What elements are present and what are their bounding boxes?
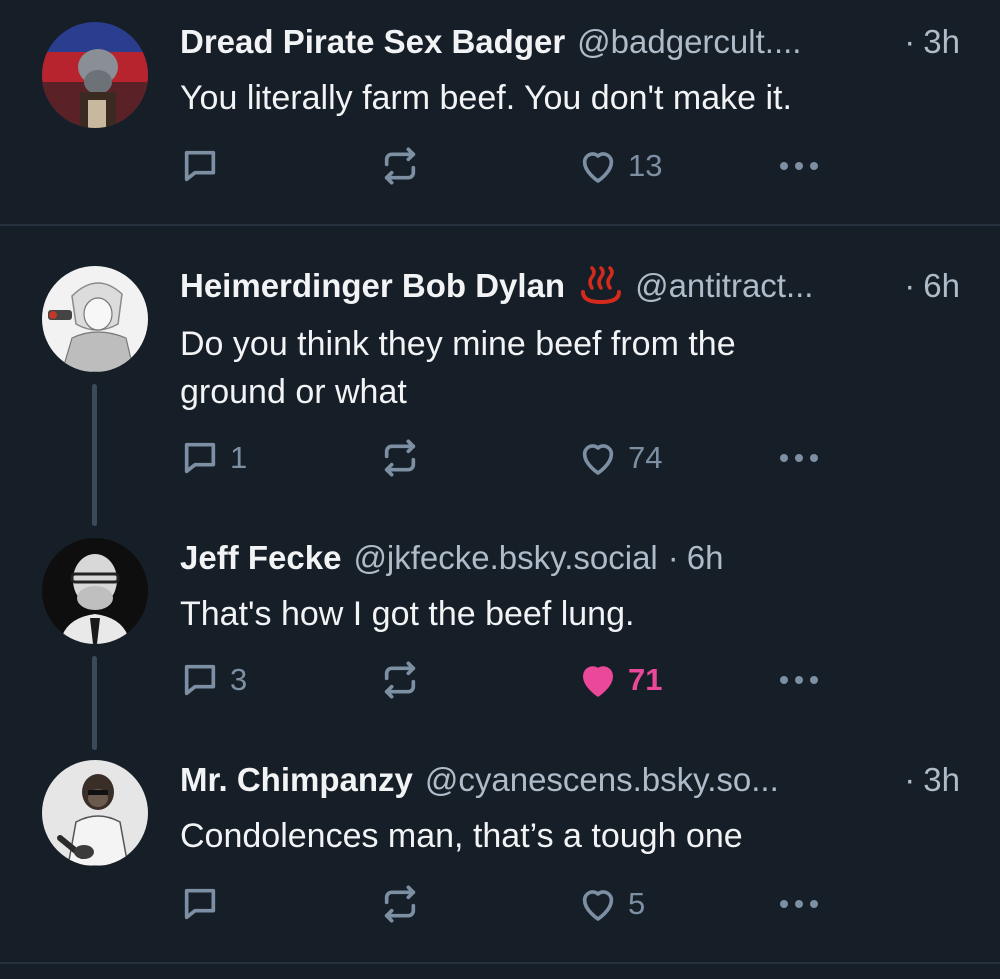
more-options-button[interactable] (776, 146, 822, 186)
author-handle[interactable]: @cyanescens.bsky.so... (425, 761, 779, 799)
repost-icon (384, 147, 416, 185)
separator-dot: · (904, 23, 916, 60)
heart-icon (582, 890, 614, 921)
divider (0, 224, 1000, 226)
reply-button[interactable]: 3 (180, 660, 247, 700)
repost-icon (384, 439, 416, 477)
like-button[interactable]: 74 (578, 438, 662, 478)
reply-button[interactable] (180, 146, 230, 186)
repost-button[interactable] (380, 438, 420, 478)
author-name[interactable]: Dread Pirate Sex Badger (180, 23, 565, 61)
post-time[interactable]: 6h (923, 267, 960, 305)
author-handle[interactable]: @jkfecke.bsky.social (353, 539, 657, 577)
reply-count: 1 (230, 440, 248, 475)
repost-button[interactable] (380, 660, 420, 700)
post-time[interactable]: 3h (923, 761, 960, 799)
like-button[interactable]: 5 (578, 884, 645, 924)
separator-dot: · (667, 539, 679, 576)
ellipsis-icon (780, 900, 818, 908)
hot-springs-icon (579, 266, 623, 306)
post-text: Condolences man, that’s a tough one (180, 817, 743, 855)
author-handle[interactable]: @antitract... (635, 267, 813, 305)
post-text: You literally farm beef. You don't make … (180, 79, 792, 117)
post-time[interactable]: 6h (687, 539, 724, 577)
avatar[interactable] (42, 266, 148, 372)
heart-icon (582, 152, 614, 183)
avatar[interactable] (42, 538, 148, 644)
like-count: 5 (628, 886, 646, 921)
heart-icon (583, 666, 613, 697)
like-button[interactable]: 71 (578, 660, 662, 700)
ellipsis-icon (780, 162, 818, 170)
avatar[interactable] (42, 22, 148, 128)
post-text: Do you think they mine beef from the gro… (180, 325, 736, 411)
like-count: 74 (628, 440, 663, 475)
author-name[interactable]: Mr. Chimpanzy (180, 761, 413, 799)
post-text: That's how I got the beef lung. (180, 595, 635, 633)
reply-icon (184, 150, 216, 182)
post-actions: 13 (180, 146, 840, 186)
post-actions: 3 71 (180, 660, 840, 700)
more-options-button[interactable] (776, 884, 822, 924)
post-time[interactable]: 3h (923, 23, 960, 61)
ellipsis-icon (780, 676, 818, 684)
author-name[interactable]: Heimerdinger Bob Dylan (180, 267, 565, 305)
author-name[interactable]: Jeff Fecke (180, 539, 341, 577)
like-button[interactable]: 13 (578, 146, 662, 186)
divider (0, 962, 1000, 964)
separator-dot: · (904, 267, 916, 304)
repost-button[interactable] (380, 884, 420, 924)
thread-line (92, 384, 97, 526)
more-options-button[interactable] (776, 438, 822, 478)
reply-button[interactable] (180, 884, 230, 924)
reply-icon (184, 664, 216, 696)
separator-dot: · (904, 761, 916, 798)
post-actions: 5 (180, 884, 840, 924)
like-count: 13 (628, 148, 663, 183)
author-handle[interactable]: @badgercult.... (577, 23, 801, 61)
heart-icon (582, 444, 614, 475)
thread-line (92, 656, 97, 750)
reply-count: 3 (230, 662, 248, 697)
post-actions: 1 74 (180, 438, 840, 478)
avatar[interactable] (42, 760, 148, 866)
like-count: 71 (628, 662, 663, 697)
more-options-button[interactable] (776, 660, 822, 700)
reply-icon (184, 442, 216, 474)
ellipsis-icon (780, 454, 818, 462)
reply-icon (184, 888, 216, 920)
repost-button[interactable] (380, 146, 420, 186)
reply-button[interactable]: 1 (180, 438, 247, 478)
repost-icon (384, 661, 416, 699)
repost-icon (384, 885, 416, 923)
